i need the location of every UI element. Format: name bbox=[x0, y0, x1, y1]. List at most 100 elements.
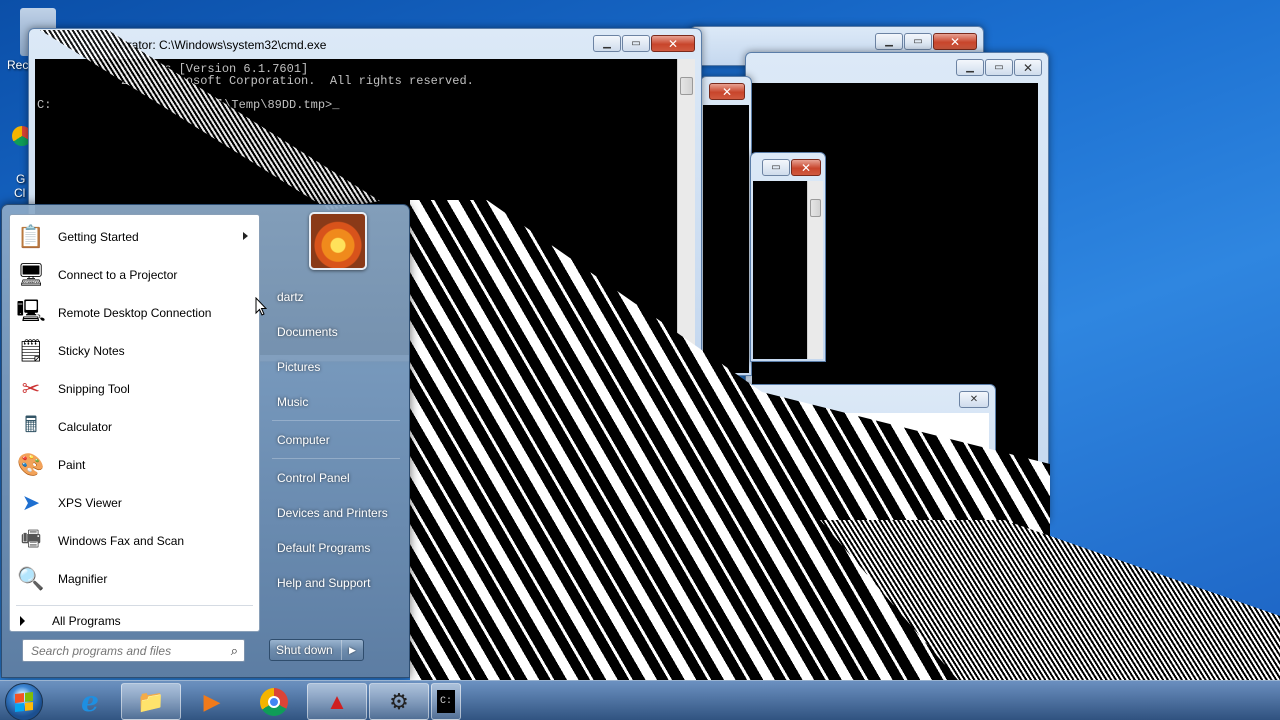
magnifier-icon: 🔍 bbox=[17, 566, 45, 591]
menu-label: Music bbox=[277, 395, 309, 409]
program-label: XPS Viewer bbox=[58, 496, 122, 510]
menu-item-help-support[interactable]: Help and Support bbox=[267, 568, 405, 598]
submenu-arrow-icon bbox=[243, 232, 248, 240]
program-connect-projector[interactable]: 🖥 Connect to a Projector bbox=[10, 257, 259, 293]
projector-icon: 🖥 bbox=[17, 262, 45, 287]
taskbar-media-player[interactable]: ▶ bbox=[182, 683, 242, 720]
chevron-right-icon bbox=[20, 616, 25, 626]
close-button[interactable]: ✕ bbox=[651, 35, 695, 52]
scrollbar[interactable] bbox=[807, 181, 823, 359]
background-window[interactable]: ▭ ✕ bbox=[750, 152, 826, 362]
program-label: Connect to a Projector bbox=[58, 268, 178, 282]
dialog-question: are digitally signed? bbox=[762, 441, 869, 455]
menu-item-user[interactable]: dartz bbox=[267, 282, 405, 312]
minimize-button[interactable]: ▁ bbox=[875, 33, 903, 50]
taskbar-app[interactable]: ⚙ bbox=[369, 683, 429, 720]
background-window[interactable]: ✕ bbox=[700, 76, 752, 376]
paint-palette-icon: 🎨 bbox=[17, 452, 45, 477]
minimize-button[interactable]: ▁ bbox=[593, 35, 621, 52]
getting-started-icon: 📋 bbox=[17, 224, 45, 249]
program-magnifier[interactable]: 🔍 Magnifier bbox=[10, 561, 259, 597]
close-button[interactable]: ✕ bbox=[933, 33, 977, 50]
gear-app-icon: ⚙ bbox=[389, 688, 409, 714]
programs-list: 📋 Getting Started 🖥 Connect to a Project… bbox=[9, 214, 260, 632]
menu-label: Devices and Printers bbox=[277, 506, 388, 520]
menu-item-control-panel[interactable]: Control Panel bbox=[267, 463, 405, 493]
menu-item-documents[interactable]: Documents bbox=[267, 317, 405, 347]
calculator-icon: 🖩 bbox=[24, 412, 38, 437]
taskbar-explorer[interactable]: 📁 bbox=[121, 683, 181, 720]
maximize-button[interactable]: ▭ bbox=[904, 33, 932, 50]
folder-icon: 📁 bbox=[137, 688, 165, 714]
separator bbox=[16, 605, 253, 606]
program-snipping-tool[interactable]: ✂ Snipping Tool bbox=[10, 371, 259, 407]
shutdown-label: Shut down bbox=[276, 643, 333, 657]
scrollbar[interactable] bbox=[677, 59, 695, 355]
separator bbox=[272, 458, 400, 459]
program-label: Remote Desktop Connection bbox=[58, 306, 212, 320]
program-xps-viewer[interactable]: ➤ XPS Viewer bbox=[10, 485, 259, 521]
menu-label: Documents bbox=[277, 325, 338, 339]
menu-label: Default Programs bbox=[277, 541, 371, 555]
dialog-text: send bbox=[927, 456, 954, 470]
menu-label: Help and Support bbox=[277, 576, 371, 590]
start-menu: 📋 Getting Started 🖥 Connect to a Project… bbox=[1, 204, 410, 678]
taskbar: e 📁 ▶ ▲ ⚙ C: bbox=[0, 680, 1280, 720]
menu-label: Computer bbox=[277, 433, 330, 447]
search-field[interactable]: ⌕ bbox=[22, 639, 245, 662]
scissors-icon: ✂ bbox=[21, 376, 41, 401]
search-input[interactable] bbox=[31, 643, 211, 658]
menu-item-devices-printers[interactable]: Devices and Printers bbox=[267, 498, 405, 528]
menu-item-default-programs[interactable]: Default Programs bbox=[267, 533, 405, 563]
separator bbox=[272, 420, 400, 421]
maximize-button[interactable]: ▭ bbox=[985, 59, 1013, 76]
close-button[interactable]: ✕ bbox=[1014, 59, 1042, 76]
dialog-window[interactable]: ✕ are digitally signed? send bbox=[688, 384, 996, 569]
xps-viewer-icon: ➤ bbox=[21, 490, 41, 515]
taskbar-cmd[interactable]: C: bbox=[431, 683, 461, 720]
taskbar-internet-explorer[interactable]: e bbox=[60, 683, 120, 720]
program-getting-started[interactable]: 📋 Getting Started bbox=[10, 219, 259, 255]
shutdown-options-arrow-icon[interactable]: ▶ bbox=[342, 645, 363, 656]
program-remote-desktop[interactable]: 🖳 Remote Desktop Connection bbox=[10, 295, 259, 331]
menu-label: Control Panel bbox=[277, 471, 350, 485]
internet-explorer-icon: e bbox=[81, 685, 99, 718]
program-label: Windows Fax and Scan bbox=[58, 534, 185, 548]
menu-item-music[interactable]: Music bbox=[267, 387, 405, 417]
desktop-icon-label: Cl bbox=[14, 186, 26, 200]
console-prompt: C: ta\Local\Temp\89DD.tmp>_ bbox=[37, 98, 340, 112]
program-label: Magnifier bbox=[58, 572, 108, 586]
sticky-notes-icon: 🗒 bbox=[17, 338, 45, 363]
console-area bbox=[753, 181, 807, 359]
program-label: Paint bbox=[58, 458, 86, 472]
user-avatar[interactable] bbox=[309, 212, 367, 270]
window-title: nistrator: C:\Windows\system32\cmd.exe bbox=[109, 38, 327, 52]
close-button[interactable]: ✕ bbox=[709, 83, 745, 100]
dialog-body: are digitally signed? send bbox=[695, 413, 989, 560]
maximize-button[interactable]: ▭ bbox=[622, 35, 650, 52]
program-label: Snipping Tool bbox=[58, 382, 130, 396]
minimize-button[interactable]: ▁ bbox=[956, 59, 984, 76]
taskbar-app[interactable]: ▲ bbox=[307, 683, 367, 720]
chrome-icon bbox=[260, 687, 288, 716]
close-button[interactable]: ✕ bbox=[959, 391, 989, 408]
app-blocks-icon: ▲ bbox=[326, 688, 348, 714]
maximize-button[interactable]: ▭ bbox=[762, 159, 790, 176]
menu-item-pictures[interactable]: Pictures bbox=[267, 352, 405, 382]
program-sticky-notes[interactable]: 🗒 Sticky Notes bbox=[10, 333, 259, 369]
program-calculator[interactable]: 🖩 Calculator bbox=[10, 409, 259, 445]
program-label: Calculator bbox=[58, 420, 113, 434]
console-area bbox=[703, 105, 749, 373]
program-paint[interactable]: 🎨 Paint bbox=[10, 447, 259, 483]
search-icon[interactable]: ⌕ bbox=[231, 643, 238, 659]
close-button[interactable]: ✕ bbox=[791, 159, 821, 176]
taskbar-chrome[interactable] bbox=[244, 683, 304, 720]
program-fax-scan[interactable]: 🖷 Windows Fax and Scan bbox=[10, 523, 259, 559]
menu-label: Pictures bbox=[277, 360, 321, 374]
start-button[interactable] bbox=[5, 683, 43, 720]
menu-item-computer[interactable]: Computer bbox=[267, 425, 405, 455]
shutdown-button[interactable]: Shut down ▶ bbox=[269, 639, 364, 661]
all-programs-button[interactable]: All Programs bbox=[20, 612, 121, 630]
all-programs-label: All Programs bbox=[52, 614, 121, 628]
remote-desktop-icon: 🖳 bbox=[16, 298, 46, 323]
